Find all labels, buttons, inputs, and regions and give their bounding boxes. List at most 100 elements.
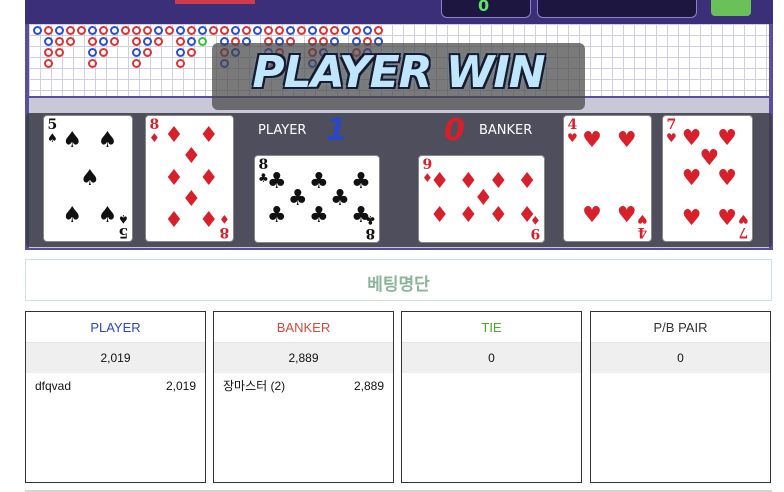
road-bead bbox=[66, 37, 75, 46]
card-suit-icon: ♥ bbox=[700, 148, 720, 170]
road-bead bbox=[187, 37, 196, 46]
card-suit-icon: ♥ bbox=[682, 208, 702, 230]
counter-value: 0 bbox=[478, 0, 489, 15]
road-bead bbox=[77, 26, 86, 35]
card-suit-icon: ♦ bbox=[164, 168, 184, 190]
road-bead bbox=[99, 37, 108, 46]
road-bead bbox=[154, 26, 163, 35]
card-corner: 7♥ bbox=[666, 119, 677, 145]
column-total: 0 bbox=[402, 343, 581, 373]
road-bead bbox=[187, 26, 196, 35]
road-bead bbox=[198, 26, 207, 35]
bettor-name: dfqvad bbox=[35, 379, 71, 393]
road-bead bbox=[143, 48, 152, 57]
road-bead bbox=[55, 48, 64, 57]
road-bead bbox=[253, 26, 262, 35]
card-suit-icon: ♥ bbox=[666, 132, 677, 145]
road-bead bbox=[88, 48, 97, 57]
road-bead bbox=[341, 26, 350, 35]
road-bead bbox=[132, 48, 141, 57]
card-suit-icon: ♦ bbox=[164, 125, 184, 147]
road-bead bbox=[33, 26, 42, 35]
card-suit-icon: ♣ bbox=[267, 205, 287, 227]
card-suit-icon: ♠ bbox=[98, 130, 118, 152]
road-bead bbox=[110, 26, 119, 35]
card-suit-icon: ♣ bbox=[267, 171, 287, 193]
card-suit-icon: ♥ bbox=[682, 128, 702, 150]
road-bead bbox=[165, 26, 174, 35]
road-bead bbox=[44, 26, 53, 35]
road-bead bbox=[187, 48, 196, 57]
speaker-icon[interactable] bbox=[711, 0, 751, 16]
road-bead bbox=[363, 26, 372, 35]
card-corner: 7♥ bbox=[738, 212, 749, 238]
card-suit-icon: ♠ bbox=[80, 168, 100, 190]
road-bead bbox=[286, 26, 295, 35]
card-suit-icon: ♦ bbox=[430, 205, 450, 227]
road-bead bbox=[154, 37, 163, 46]
card-corner: 5♠ bbox=[47, 119, 58, 145]
column-header: BANKER bbox=[214, 312, 393, 343]
card-suit-icon: ♠ bbox=[62, 130, 82, 152]
road-bead bbox=[319, 26, 328, 35]
road-bead bbox=[110, 37, 119, 46]
card-suit-icon: ♥ bbox=[617, 205, 637, 227]
card-suit-icon: ♥ bbox=[582, 130, 602, 152]
betting-list-header: 베팅명단 bbox=[25, 259, 772, 301]
card-suit-icon: ♥ bbox=[717, 208, 737, 230]
column-header: TIE bbox=[402, 312, 581, 343]
card-corner: 5♠ bbox=[118, 212, 129, 238]
card-suit-icon: ♦ bbox=[182, 146, 202, 168]
road-bead bbox=[275, 26, 284, 35]
counter-display: 0 bbox=[441, 0, 531, 18]
card-suit-icon: ♠ bbox=[118, 212, 129, 225]
column-total: 0 bbox=[591, 343, 770, 373]
banker-score: 0 bbox=[444, 113, 465, 148]
card-suit-icon: ♦ bbox=[199, 168, 219, 190]
bet-column-banker: BANKER 2,889 장마스터 (2) 2,889 bbox=[213, 311, 394, 483]
card-suit-icon: ♣ bbox=[309, 205, 329, 227]
road-bead bbox=[143, 26, 152, 35]
column-header: P/B PAIR bbox=[591, 312, 770, 343]
road-bead bbox=[176, 26, 185, 35]
bet-column-tie: TIE 0 bbox=[401, 311, 582, 483]
card-suit-icon: ♥ bbox=[717, 128, 737, 150]
bet-amount: 2,889 bbox=[354, 373, 384, 399]
bet-row: 장마스터 (2) 2,889 bbox=[214, 373, 393, 399]
bet-column-player: PLAYER 2,019 dfqvad 2,019 bbox=[25, 311, 206, 483]
road-bead bbox=[99, 48, 108, 57]
road-bead bbox=[352, 26, 361, 35]
bettor-name: 장마스터 (2) bbox=[223, 379, 285, 393]
card-suit-icon: ♣ bbox=[330, 188, 350, 210]
road-bead bbox=[242, 26, 251, 35]
card-suit-icon: ♦ bbox=[219, 212, 230, 225]
road-bead bbox=[198, 37, 207, 46]
road-bead bbox=[44, 48, 53, 57]
road-bead bbox=[374, 26, 383, 35]
card-suit-icon: ♣ bbox=[351, 171, 371, 193]
banker-card-3: 9♦9♦♦♦♦♦♦♦♦♦♦ bbox=[418, 155, 545, 243]
player-card-3: 8♣8♣♣♣♣♣♣♣♣♣ bbox=[254, 155, 380, 243]
card-suit-icon: ♦ bbox=[199, 210, 219, 232]
road-bead bbox=[132, 26, 141, 35]
card-corner: 8♦ bbox=[149, 119, 160, 145]
road-bead bbox=[99, 26, 108, 35]
card-suit-icon: ♥ bbox=[582, 205, 602, 227]
card-suit-icon: ♥ bbox=[738, 212, 749, 225]
banker-card-1: 4♥4♥♥♥♥♥ bbox=[563, 115, 652, 242]
road-bead bbox=[88, 26, 97, 35]
card-suit-icon: ♦ bbox=[149, 132, 160, 145]
card-suit-icon: ♠ bbox=[62, 205, 82, 227]
card-suit-icon: ♦ bbox=[430, 171, 450, 193]
player-score: 1 bbox=[326, 113, 347, 148]
bet-row: dfqvad 2,019 bbox=[26, 373, 205, 399]
card-rank: 5 bbox=[119, 224, 129, 240]
road-bead bbox=[44, 59, 53, 68]
card-suit-icon: ♦ bbox=[489, 205, 509, 227]
card-rank: 7 bbox=[739, 224, 749, 240]
card-suit-icon: ♣ bbox=[288, 188, 308, 210]
banker-card-2: 7♥7♥♥♥♥♥♥♥♥ bbox=[662, 115, 753, 242]
road-bead bbox=[132, 37, 141, 46]
card-suit-icon: ♥ bbox=[717, 168, 737, 190]
column-total: 2,889 bbox=[214, 343, 393, 373]
